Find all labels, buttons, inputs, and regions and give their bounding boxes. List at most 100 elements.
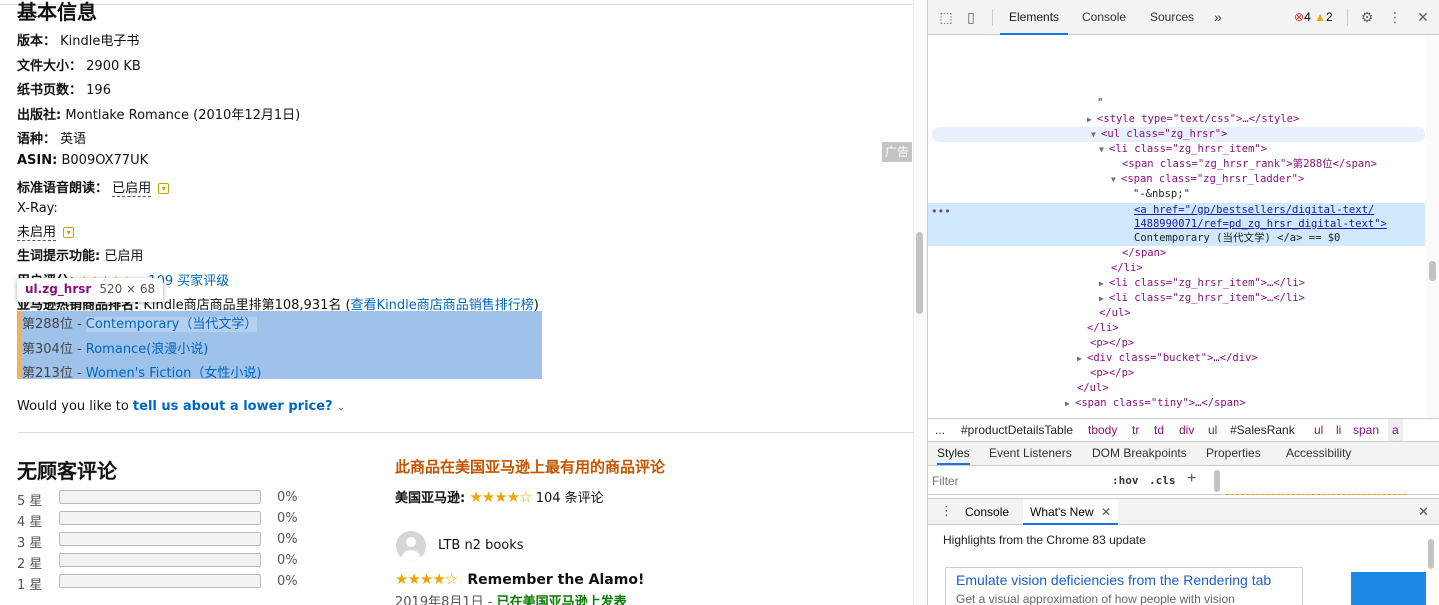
rank-position: 第288位 - bbox=[22, 317, 86, 332]
issues-counter[interactable]: ⊗4 ▲2 bbox=[1294, 10, 1333, 24]
ad-label[interactable]: 广告 bbox=[882, 142, 912, 162]
language-row: 语种： 英语 bbox=[17, 128, 86, 147]
rating-bar[interactable] bbox=[59, 553, 261, 567]
close-drawer-icon[interactable]: ✕ bbox=[1418, 504, 1429, 520]
tab-sources[interactable]: Sources bbox=[1150, 0, 1194, 35]
dom-node[interactable]: <span class="zg_hrsr_rank">第288位</span> bbox=[928, 157, 1425, 172]
more-tabs-icon[interactable]: » bbox=[1214, 0, 1222, 35]
cls-toggle[interactable]: .cls bbox=[1149, 474, 1176, 487]
dom-node-selected[interactable]: Contemporary (当代文学) </a> == $0 bbox=[928, 231, 1425, 246]
rank-category-link[interactable]: Women's Fiction（女性小说) bbox=[86, 366, 262, 381]
breadcrumb-item[interactable]: tr bbox=[1132, 419, 1139, 441]
chevron-down-icon[interactable]: ⌄ bbox=[337, 402, 345, 413]
tab-console[interactable]: Console bbox=[1082, 0, 1126, 35]
collapse-triangle-icon: ▼ bbox=[1099, 145, 1104, 154]
feature-card[interactable]: Emulate vision deficiencies from the Ren… bbox=[945, 567, 1303, 605]
dom-node[interactable]: ▶ <li class="zg_hrsr_item">…</li> bbox=[928, 276, 1425, 291]
dom-node[interactable]: </li> bbox=[928, 321, 1425, 336]
hov-toggle[interactable]: :hov bbox=[1112, 474, 1139, 487]
tab-event-listeners[interactable]: Event Listeners bbox=[989, 442, 1072, 465]
reviewer-name[interactable]: LTB n2 books bbox=[438, 538, 524, 553]
warning-count: 2 bbox=[1325, 10, 1333, 24]
drawer-scrollbar-thumb[interactable] bbox=[1428, 539, 1434, 569]
breadcrumb-item[interactable]: span bbox=[1353, 419, 1379, 441]
tab-drawer-console[interactable]: Console bbox=[965, 505, 1009, 519]
dom-node[interactable]: </li> bbox=[928, 261, 1425, 276]
tts-row: 标准语音朗读： 已启用 ▾ bbox=[17, 177, 170, 197]
rank-category-link[interactable]: Romance(浪漫小说) bbox=[86, 342, 209, 357]
star-label[interactable]: 4 星 bbox=[17, 511, 42, 530]
rank-category-link[interactable]: Contemporary（当代文学） bbox=[85, 317, 258, 332]
breadcrumb-item[interactable]: #SalesRank bbox=[1230, 419, 1295, 441]
breadcrumb-item[interactable]: div bbox=[1179, 419, 1194, 441]
breadcrumb-item-current[interactable]: a bbox=[1388, 419, 1403, 441]
dom-node[interactable]: ▶ <div class="bucket">…</div> bbox=[928, 351, 1425, 366]
elements-scrollbar-thumb[interactable] bbox=[1429, 261, 1436, 281]
rating-bar[interactable] bbox=[59, 511, 261, 525]
tab-whats-new[interactable]: What's New ✕ bbox=[1023, 499, 1119, 525]
breadcrumb-item[interactable]: li bbox=[1336, 419, 1341, 441]
star-label[interactable]: 2 星 bbox=[17, 553, 42, 572]
more-options-icon[interactable]: ••• bbox=[931, 205, 951, 218]
device-toolbar-icon[interactable]: ▯ bbox=[963, 9, 979, 25]
tts-value[interactable]: 已启用 bbox=[112, 181, 152, 197]
tab-elements[interactable]: Elements bbox=[1000, 0, 1069, 35]
more-options-icon[interactable]: ⋮ bbox=[1387, 9, 1403, 25]
star-label[interactable]: 1 星 bbox=[17, 574, 42, 593]
review-title[interactable]: Remember the Alamo! bbox=[467, 572, 644, 588]
rating-stars-icon[interactable]: ★★★★☆ bbox=[469, 488, 532, 506]
dom-node[interactable]: "-&nbsp;" bbox=[928, 187, 1425, 202]
xray-value[interactable]: 未启用 bbox=[17, 225, 57, 241]
dom-node[interactable]: ▼ <span class="zg_hrsr_ladder"> bbox=[928, 172, 1425, 187]
dom-node[interactable]: <p></p> bbox=[928, 336, 1425, 351]
version-value: Kindle电子书 bbox=[60, 34, 140, 49]
star-label[interactable]: 3 星 bbox=[17, 532, 42, 551]
dom-node-selected[interactable]: 1488990071/ref=pd_zg_hrsr_digital-text"> bbox=[928, 217, 1425, 232]
drawer-menu-icon[interactable]: ⋮ bbox=[940, 503, 953, 519]
elements-scrollbar[interactable] bbox=[1426, 36, 1439, 418]
breadcrumb-item[interactable]: tbody bbox=[1088, 419, 1117, 441]
styles-filter-input[interactable] bbox=[932, 471, 1102, 491]
breadcrumb-item[interactable]: ul bbox=[1208, 419, 1217, 441]
dom-node[interactable]: </ul> bbox=[928, 306, 1425, 321]
dom-node-selected[interactable]: <a href="/gp/bestsellers/digital-text/ bbox=[928, 203, 1425, 218]
chevron-down-icon[interactable]: ▾ bbox=[158, 183, 170, 194]
rating-stars-icon: ★★★★☆ bbox=[395, 570, 458, 588]
tab-accessibility[interactable]: Accessibility bbox=[1286, 442, 1351, 465]
gear-icon[interactable]: ⚙ bbox=[1359, 9, 1375, 25]
chevron-down-icon[interactable]: ▾ bbox=[63, 227, 75, 238]
page-scrollbar-thumb[interactable] bbox=[916, 232, 923, 314]
dom-node[interactable]: ▶ <span class="tiny">…</span> bbox=[928, 396, 1425, 411]
dom-node[interactable]: ▼ <ul class="zg_hrsr"> bbox=[932, 127, 1425, 142]
inspect-element-icon[interactable]: ⬚ bbox=[938, 9, 954, 25]
tab-styles[interactable]: Styles bbox=[937, 442, 970, 465]
rating-bar[interactable] bbox=[59, 532, 261, 546]
breadcrumb-item[interactable]: td bbox=[1154, 419, 1164, 441]
lower-price-link[interactable]: tell us about a lower price? bbox=[133, 399, 333, 414]
dom-node[interactable]: " bbox=[928, 96, 1425, 111]
close-icon[interactable]: ✕ bbox=[1415, 9, 1431, 25]
dom-node[interactable]: <p></p> bbox=[928, 366, 1425, 381]
breadcrumb-item[interactable]: ... bbox=[935, 419, 945, 441]
dom-node[interactable]: ▶ <style type="text/css">…</style> bbox=[928, 112, 1425, 127]
us-count[interactable]: 104 条评论 bbox=[536, 491, 604, 506]
star-label[interactable]: 5 星 bbox=[17, 490, 42, 509]
breadcrumb-item[interactable]: ul bbox=[1314, 419, 1323, 441]
close-icon[interactable]: ✕ bbox=[1101, 505, 1111, 519]
breadcrumb-item[interactable]: #productDetailsTable bbox=[961, 419, 1073, 441]
dom-node[interactable]: ▼ <li class="zg_hrsr_item"> bbox=[928, 142, 1425, 157]
rating-bar[interactable] bbox=[59, 490, 261, 504]
dom-node[interactable]: </ul> bbox=[928, 381, 1425, 396]
section-title: 基本信息 bbox=[17, 0, 97, 24]
tab-dom-breakpoints[interactable]: DOM Breakpoints bbox=[1092, 442, 1187, 465]
pane-splitter[interactable] bbox=[1214, 470, 1220, 492]
elements-tree[interactable]: " ▶ <style type="text/css">…</style> ▼ <ul… bbox=[928, 36, 1439, 418]
dom-node[interactable]: </span> bbox=[928, 246, 1425, 261]
rating-bar[interactable] bbox=[59, 574, 261, 588]
asin-row: ASIN: B009OX77UK bbox=[17, 153, 148, 168]
tab-properties[interactable]: Properties bbox=[1206, 442, 1261, 465]
avatar bbox=[396, 531, 426, 561]
add-rule-icon[interactable]: + bbox=[1187, 470, 1196, 488]
dom-node[interactable]: ▶ <li class="zg_hrsr_item">…</li> bbox=[928, 291, 1425, 306]
feature-card-title[interactable]: Emulate vision deficiencies from the Ren… bbox=[956, 572, 1292, 588]
